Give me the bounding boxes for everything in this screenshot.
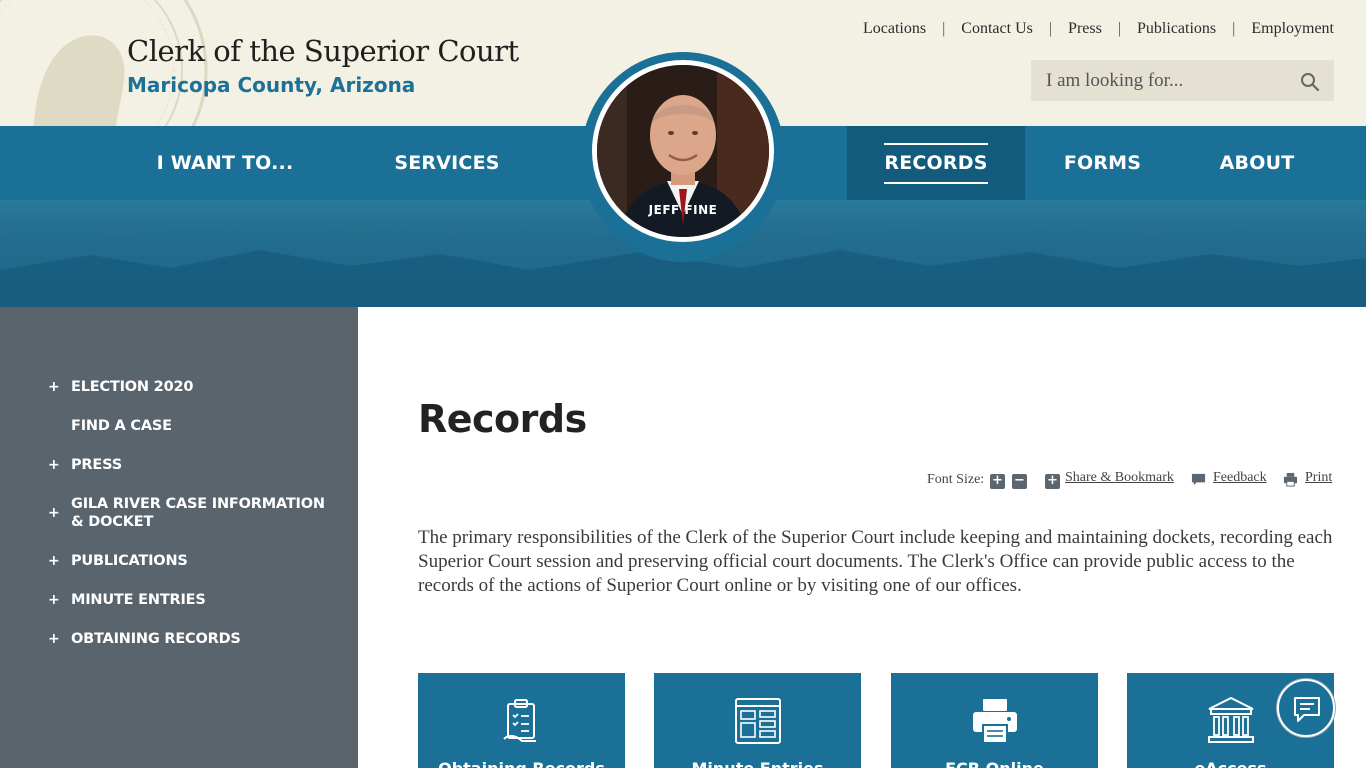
font-increase-button[interactable]: +: [990, 474, 1005, 489]
card-obtaining-records[interactable]: Obtaining Records: [418, 673, 625, 768]
utility-link-publications[interactable]: Publications: [1137, 20, 1216, 38]
sidebar-item-find-a-case[interactable]: FIND A CASE: [48, 417, 338, 435]
sidebar-item-election-2020[interactable]: + ELECTION 2020: [48, 378, 338, 396]
clipboard-icon: [502, 699, 536, 742]
site-title[interactable]: Clerk of the Superior Court: [127, 34, 519, 68]
expand-plus-icon[interactable]: +: [48, 378, 60, 396]
search-input[interactable]: [1031, 60, 1291, 101]
utility-separator: |: [942, 20, 946, 37]
expand-plus-icon[interactable]: +: [48, 552, 60, 570]
sidebar-item-label: OBTAINING RECORDS: [71, 631, 241, 647]
font-decrease-button[interactable]: −: [1012, 474, 1027, 489]
nav-i-want-to[interactable]: I WANT TO...: [130, 126, 320, 200]
chat-icon: [1294, 697, 1320, 722]
sidebar-item-label: MINUTE ENTRIES: [71, 592, 206, 608]
utility-link-press[interactable]: Press: [1068, 20, 1102, 38]
courthouse-icon: [1207, 696, 1254, 743]
nav-label: RECORDS: [884, 142, 988, 184]
utility-link-contact-us[interactable]: Contact Us: [961, 20, 1033, 38]
nav-label: FORMS: [1063, 152, 1142, 174]
nav-records[interactable]: RECORDS: [847, 126, 1025, 200]
sidebar-item-press[interactable]: + PRESS: [48, 456, 338, 474]
nav-label: I WANT TO...: [156, 152, 294, 174]
print-icon[interactable]: [1283, 472, 1298, 487]
card-label: Obtaining Records: [418, 759, 625, 768]
utility-separator: |: [1117, 20, 1122, 37]
print-link[interactable]: Print: [1305, 470, 1332, 486]
card-ecr-online[interactable]: ECR Online: [891, 673, 1098, 768]
page-tools: Font Size: + − + Share & Bookmark Feedba…: [927, 470, 1337, 490]
card-label: Minute Entries: [654, 759, 861, 768]
search-box: [1031, 60, 1334, 101]
nav-label: SERVICES: [394, 152, 500, 174]
expand-plus-icon[interactable]: +: [48, 456, 60, 474]
search-icon[interactable]: [1300, 72, 1320, 92]
printer-icon: [972, 699, 1017, 744]
portrait-badge: JEFF FINE: [581, 52, 785, 262]
utility-separator: |: [1048, 20, 1053, 37]
sidebar-item-label: FIND A CASE: [71, 418, 172, 434]
nav-label: ABOUT: [1219, 152, 1295, 174]
sidebar-item-minute-entries[interactable]: + MINUTE ENTRIES: [48, 591, 338, 609]
font-size-label: Font Size:: [927, 472, 985, 487]
nav-forms[interactable]: FORMS: [1025, 126, 1180, 200]
utility-nav: Locations | Contact Us | Press | Publica…: [863, 20, 1334, 38]
clerk-name: JEFF FINE: [648, 203, 718, 217]
sidebar-item-obtaining-records[interactable]: + OBTAINING RECORDS: [48, 630, 338, 648]
clerk-portrait[interactable]: JEFF FINE: [592, 60, 774, 242]
sidebar: + ELECTION 2020 FIND A CASE + PRESS + GI…: [0, 307, 358, 768]
feedback-icon[interactable]: [1191, 472, 1206, 487]
utility-separator: |: [1232, 20, 1236, 37]
utility-link-locations[interactable]: Locations: [863, 20, 926, 38]
sidebar-item-label: GILA RIVER CASE INFORMATION & DOCKET: [71, 496, 325, 530]
share-plus-icon[interactable]: +: [1045, 474, 1060, 489]
intro-paragraph: The primary responsibilities of the Cler…: [418, 527, 1333, 596]
page-title: Records: [418, 397, 587, 441]
expand-plus-icon[interactable]: +: [48, 591, 60, 609]
site-subtitle[interactable]: Maricopa County, Arizona: [127, 73, 415, 97]
nav-about[interactable]: ABOUT: [1180, 126, 1334, 200]
card-label: ECR Online: [891, 759, 1098, 768]
sidebar-item-publications[interactable]: + PUBLICATIONS: [48, 552, 338, 570]
sidebar-item-gila-river[interactable]: + GILA RIVER CASE INFORMATION & DOCKET: [48, 495, 338, 531]
feedback-link[interactable]: Feedback: [1213, 470, 1267, 486]
utility-link-employment[interactable]: Employment: [1251, 20, 1334, 38]
sidebar-item-label: PRESS: [71, 457, 122, 473]
sidebar-item-label: ELECTION 2020: [71, 379, 194, 395]
nav-services[interactable]: SERVICES: [352, 126, 542, 200]
chat-button[interactable]: [1277, 679, 1335, 737]
expand-plus-icon[interactable]: +: [48, 630, 60, 648]
document-form-icon: [734, 698, 781, 744]
card-minute-entries[interactable]: Minute Entries: [654, 673, 861, 768]
card-label: eAccess: [1127, 759, 1334, 768]
share-bookmark-link[interactable]: Share & Bookmark: [1065, 470, 1174, 486]
sidebar-item-label: PUBLICATIONS: [71, 553, 188, 569]
expand-plus-icon[interactable]: +: [48, 504, 60, 522]
